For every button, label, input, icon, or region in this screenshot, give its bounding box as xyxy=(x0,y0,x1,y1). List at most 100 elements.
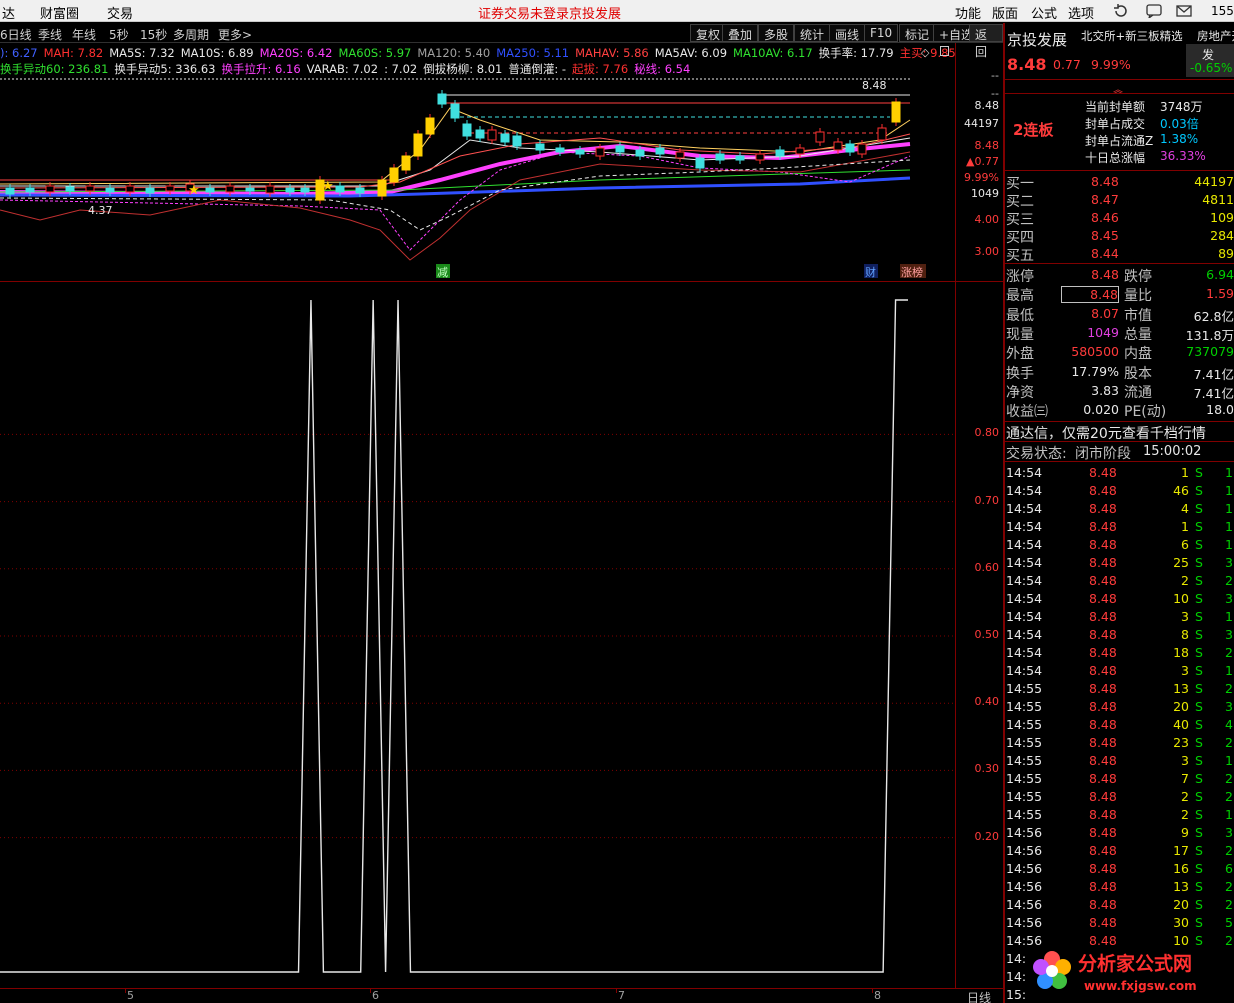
candle[interactable] xyxy=(891,101,901,123)
candle[interactable] xyxy=(125,185,135,193)
candle[interactable] xyxy=(857,143,867,155)
candle[interactable] xyxy=(595,147,605,157)
candle[interactable] xyxy=(795,147,805,155)
candle[interactable] xyxy=(401,155,411,171)
candle[interactable] xyxy=(695,157,705,169)
candle[interactable] xyxy=(635,149,645,157)
candle[interactable] xyxy=(475,129,485,139)
candle[interactable] xyxy=(413,133,423,157)
candle[interactable] xyxy=(225,185,235,193)
tick-count: 1 xyxy=(1225,465,1233,480)
period-15sec[interactable]: 15秒 xyxy=(140,26,167,43)
order-book-row[interactable]: 买四 8.45 284 xyxy=(1005,227,1234,246)
overlay-button[interactable]: 叠加 xyxy=(722,24,759,42)
menu-item-trade[interactable]: 交易 xyxy=(107,3,133,22)
menu-item-formula[interactable]: 公式 xyxy=(1031,3,1057,22)
candle[interactable] xyxy=(450,103,460,119)
period-multi[interactable]: 多周期 xyxy=(173,26,209,43)
candle[interactable] xyxy=(335,185,345,193)
tick-side: S xyxy=(1195,555,1203,570)
candle[interactable] xyxy=(845,143,855,153)
candle[interactable] xyxy=(815,131,825,143)
candle[interactable] xyxy=(105,187,115,193)
candle[interactable] xyxy=(205,187,215,193)
indicator-chart[interactable] xyxy=(0,282,955,988)
back-button[interactable]: 返回 xyxy=(969,24,1003,59)
candle[interactable] xyxy=(5,187,15,195)
tick-row: 14:54 8.48 46 S 1 xyxy=(1005,482,1234,500)
mail-icon[interactable] xyxy=(1176,4,1192,18)
star-marker-icon[interactable]: ★ xyxy=(188,183,200,198)
draw-line-button[interactable]: 画线 xyxy=(829,24,866,42)
ad-banner[interactable]: 通达信，仅需20元查看千档行情 xyxy=(1006,423,1206,443)
candle[interactable] xyxy=(65,186,75,192)
period-quarter[interactable]: 季线 xyxy=(38,26,62,43)
candle[interactable] xyxy=(165,185,175,192)
period-label[interactable]: 日线 xyxy=(967,989,991,1003)
menu-item-options[interactable]: 选项 xyxy=(1068,3,1094,22)
candle[interactable] xyxy=(245,187,255,192)
refresh-icon[interactable] xyxy=(1113,4,1129,18)
candle[interactable] xyxy=(487,129,497,141)
candle[interactable] xyxy=(25,187,35,193)
period-year[interactable]: 年线 xyxy=(72,26,96,43)
login-notice[interactable]: 证券交易未登录 xyxy=(478,3,569,22)
candle[interactable] xyxy=(715,153,725,161)
candlestick-chart[interactable]: 8.48 4.37 ★ ★ 减 财 涨榜 xyxy=(0,60,955,280)
period-6day[interactable]: 6日线 xyxy=(0,26,32,43)
candle[interactable] xyxy=(389,167,399,183)
candle[interactable] xyxy=(300,187,310,193)
sector-change-box[interactable]: 发 -0.65% xyxy=(1186,44,1234,77)
stats-button[interactable]: 统计 xyxy=(794,24,831,42)
mark-button[interactable]: 标记 xyxy=(899,24,936,42)
adjust-button[interactable]: 复权 xyxy=(690,24,727,42)
window-toggle-icon[interactable] xyxy=(940,46,949,56)
order-book-row[interactable]: 买五 8.44 89 xyxy=(1005,245,1234,264)
stock-sector-2[interactable]: 房地产开 xyxy=(1197,28,1234,44)
tick-time: 14:55 xyxy=(1006,789,1043,804)
order-book-row[interactable]: 买一 8.48 44197 xyxy=(1005,173,1234,192)
candle[interactable] xyxy=(145,187,155,194)
period-5sec[interactable]: 5秒 xyxy=(109,26,129,43)
collapse-diamond-icon[interactable]: ◇ xyxy=(921,46,929,59)
candle[interactable] xyxy=(85,185,95,192)
stock-sector[interactable]: 北交所+新三板精选 xyxy=(1081,28,1183,44)
candle[interactable] xyxy=(265,185,275,194)
candle[interactable] xyxy=(535,143,545,151)
order-price: 8.44 xyxy=(1091,246,1119,261)
candle[interactable] xyxy=(462,123,472,137)
watermark-url: www.fxjgsw.com xyxy=(1084,979,1197,993)
candle[interactable] xyxy=(775,149,785,157)
candle[interactable] xyxy=(425,117,435,135)
legend-item: ): 6.27 xyxy=(0,46,38,60)
menu-item-function[interactable]: 功能 xyxy=(955,3,981,22)
order-price: 8.45 xyxy=(1091,228,1119,243)
candle[interactable] xyxy=(755,153,765,161)
candle[interactable] xyxy=(675,151,685,159)
period-more[interactable]: 更多> xyxy=(218,26,252,43)
f10-button[interactable]: F10 xyxy=(864,24,899,42)
candle[interactable] xyxy=(500,133,510,143)
tick-volume: 6 xyxy=(1181,537,1189,552)
candle[interactable] xyxy=(615,145,625,153)
menu-item-wealth[interactable]: 财富圈 xyxy=(40,3,79,22)
candle[interactable] xyxy=(655,147,665,155)
candle[interactable] xyxy=(512,135,522,147)
order-book-row[interactable]: 买二 8.47 4811 xyxy=(1005,191,1234,210)
chat-icon[interactable] xyxy=(1146,4,1162,18)
candle[interactable] xyxy=(377,179,387,197)
candle[interactable] xyxy=(437,93,447,105)
candle[interactable] xyxy=(285,187,295,193)
menu-item-layout[interactable]: 版面 xyxy=(992,3,1018,22)
candle[interactable] xyxy=(877,127,887,141)
candle[interactable] xyxy=(735,155,745,161)
order-book-row[interactable]: 买三 8.46 109 xyxy=(1005,209,1234,228)
menu-item-app[interactable]: 达 xyxy=(2,3,15,22)
candle[interactable] xyxy=(575,149,585,155)
star-marker-icon[interactable]: ★ xyxy=(322,179,334,194)
candle[interactable] xyxy=(833,141,843,151)
candle[interactable] xyxy=(45,185,55,193)
multi-stock-button[interactable]: 多股 xyxy=(758,24,795,42)
candle[interactable] xyxy=(355,187,365,194)
candle[interactable] xyxy=(555,147,565,153)
